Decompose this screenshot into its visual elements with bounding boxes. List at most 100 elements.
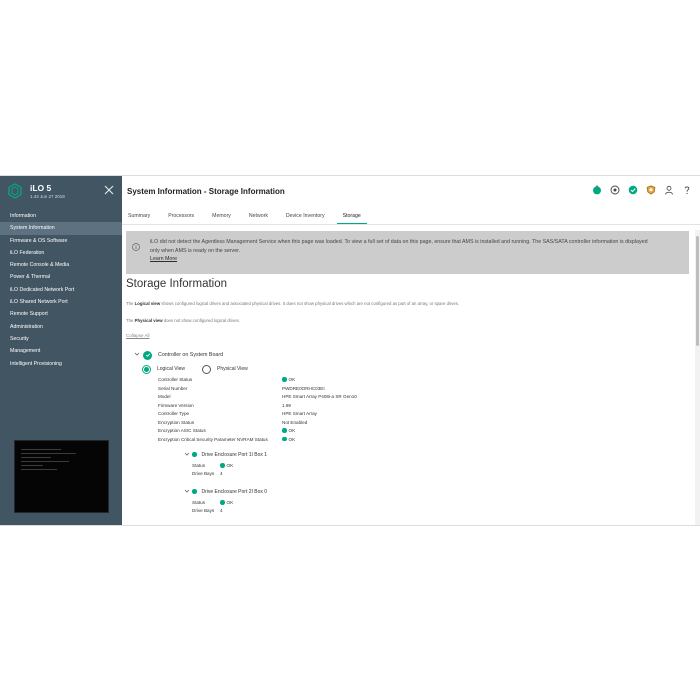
ok-status-icon — [282, 377, 287, 382]
field-encryption-status: Encryption Status Not Enabled — [158, 420, 558, 429]
field-label: Encryption ASIC Status — [158, 428, 206, 433]
enclosure-row-2[interactable]: Drive Enclosure Port 2I Box 0 — [184, 487, 267, 496]
enclosure-1-status: Status OK — [192, 463, 392, 471]
notice-text: iLO did not detect the Agentless Managem… — [150, 239, 648, 254]
tab-summary[interactable]: Summary — [122, 210, 156, 224]
section-title: Storage Information — [126, 278, 228, 290]
power-icon[interactable] — [610, 185, 620, 195]
sidebar-item-security[interactable]: Security — [0, 333, 122, 345]
enclosure-1-drive-bays: Drive Bays 4 — [192, 471, 392, 479]
sidebar-item-intelligent-provisioning[interactable]: Intelligent Provisioning — [0, 358, 122, 370]
field-label: Drive Bays — [192, 508, 215, 513]
sidebar-item-power-thermal[interactable]: Power & Thermal — [0, 271, 122, 283]
physical-view-label: Physical View — [216, 366, 248, 372]
product-version: 1.43 Jun 27 2019 — [30, 194, 65, 199]
main-content: System Information - Storage Information — [122, 176, 700, 525]
physical-view-term: Physical view — [134, 318, 163, 323]
collapse-all-link[interactable]: Collapse All — [126, 333, 150, 338]
field-label: Encryption Critical Security Parameter N… — [158, 436, 268, 442]
tab-device-inventory[interactable]: Device Inventory — [280, 210, 331, 224]
user-icon[interactable] — [664, 185, 674, 195]
storage-panel: iLO did not detect the Agentless Managem… — [122, 225, 694, 525]
field-label: Status — [192, 463, 206, 468]
tab-memory[interactable]: Memory — [206, 210, 237, 224]
field-label: Drive Bays — [192, 471, 215, 476]
ok-status-icon — [220, 463, 225, 468]
sidebar-item-dedicated-network-port[interactable]: iLO Dedicated Network Port — [0, 284, 122, 296]
enclosure-name: Drive Enclosure Port 1I Box 1 — [201, 451, 268, 458]
sidebar-item-system-information[interactable]: System Information — [0, 222, 122, 235]
sidebar-item-administration[interactable]: Administration — [0, 321, 122, 333]
logical-view-label: Logical View — [157, 366, 185, 372]
field-value: 1.99 — [282, 402, 291, 408]
ams-notice-banner: iLO did not detect the Agentless Managem… — [126, 231, 689, 274]
health-icon[interactable] — [592, 185, 602, 195]
info-icon — [132, 238, 140, 251]
product-name: iLO 5 — [30, 183, 52, 193]
close-icon[interactable] — [103, 184, 115, 196]
field-encryption-nvram-status: Encryption Critical Security Parameter N… — [158, 437, 558, 446]
vertical-scrollbar[interactable] — [695, 230, 700, 525]
tab-bar: Summary Processors Memory Network Device… — [122, 210, 373, 224]
ok-status-icon — [220, 500, 225, 505]
field-value: 4 — [220, 471, 223, 476]
field-controller-type: Controller Type HPE Smart Array — [158, 411, 558, 420]
enclosure-name: Drive Enclosure Port 2I Box 0 — [201, 488, 268, 495]
sidebar-item-firmware-os-software[interactable]: Firmware & OS Software — [0, 235, 122, 247]
physical-view-radio[interactable] — [201, 364, 211, 374]
ok-status-icon — [282, 436, 287, 442]
ilo-window: iLO 5 1.43 Jun 27 2019 Information Syste… — [0, 175, 700, 526]
page-title: System Information - Storage Information — [127, 187, 285, 196]
field-firmware-version: Firmware Version 1.99 — [158, 403, 558, 412]
field-label: Status — [192, 500, 206, 505]
uid-icon[interactable] — [646, 185, 656, 195]
field-value: Not Enabled — [282, 419, 308, 425]
header-toolbar — [592, 185, 692, 195]
sidebar-item-information[interactable]: Information — [0, 210, 122, 222]
field-value: OK — [288, 377, 296, 382]
logical-view-radio[interactable] — [142, 364, 151, 374]
logical-view-term: Logical view — [134, 301, 161, 306]
sidebar-item-remote-support[interactable]: Remote Support — [0, 308, 122, 320]
chevron-down-icon[interactable] — [134, 351, 140, 359]
field-value: 4 — [220, 508, 223, 513]
para-prefix: The — [126, 318, 135, 323]
logical-view-description: The Logical view shows configured logica… — [126, 301, 459, 306]
enclosure-2-status: Status OK — [192, 500, 392, 508]
ok-status-icon[interactable] — [628, 185, 638, 195]
controller-label: Controller on System Board — [158, 352, 224, 358]
view-toggle: Logical View Physical View — [142, 364, 265, 374]
sidebar-item-management[interactable]: Management — [0, 345, 122, 357]
field-value: OK — [288, 436, 296, 442]
field-model: Model HPE Smart Array P408i-a SR Gen10 — [158, 394, 558, 403]
sidebar-nav: Information System Information Firmware … — [0, 210, 122, 370]
ok-status-icon — [192, 489, 197, 494]
field-label: Serial Number — [158, 385, 188, 391]
chevron-down-icon[interactable] — [184, 451, 190, 459]
learn-more-link[interactable]: Learn More — [150, 256, 177, 262]
field-label: Model — [158, 394, 171, 399]
sidebar-item-remote-console-media[interactable]: Remote Console & Media — [0, 259, 122, 271]
tab-storage[interactable]: Storage — [336, 210, 367, 224]
scrollbar-thumb[interactable] — [696, 236, 699, 346]
field-label: Controller Type — [158, 411, 190, 416]
para-prefix: The — [126, 301, 135, 306]
sidebar-item-shared-network-port[interactable]: iLO Shared Network Port — [0, 296, 122, 308]
enclosure-row-1[interactable]: Drive Enclosure Port 1I Box 1 — [184, 450, 267, 459]
chevron-down-icon[interactable] — [184, 488, 190, 496]
controller-row[interactable]: Controller on System Board — [134, 350, 223, 360]
field-value: PWDRE0ORHC03EI — [282, 385, 325, 391]
para-text: does not show configured logical drives. — [162, 318, 240, 323]
field-encryption-asic-status: Encryption ASIC Status OK — [158, 428, 558, 437]
field-value: OK — [226, 463, 234, 468]
sidebar-item-ilo-federation[interactable]: iLO Federation — [0, 247, 122, 259]
remote-console-thumbnail[interactable] — [14, 440, 109, 513]
field-value: HPE Smart Array — [282, 411, 317, 416]
help-icon[interactable] — [682, 185, 692, 195]
enclosure-2-drive-bays: Drive Bays 4 — [192, 508, 392, 516]
field-value: HPE Smart Array P408i-a SR Gen10 — [282, 394, 357, 399]
field-label: Encryption Status — [158, 419, 195, 425]
field-value: OK — [288, 428, 296, 433]
tab-network[interactable]: Network — [243, 210, 274, 224]
tab-processors[interactable]: Processors — [162, 210, 200, 224]
